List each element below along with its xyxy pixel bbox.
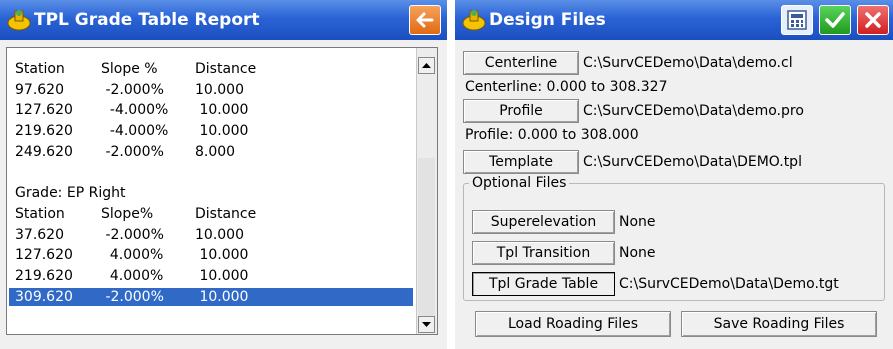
list-cell-c1: 127.620	[15, 247, 73, 264]
list-cell-c3: 10.000	[195, 247, 249, 264]
design-files-window: Design Files Centerline C:\SurvCEDemo\Da…	[455, 0, 893, 349]
list-cell-c1: 219.620	[15, 123, 73, 140]
list-item[interactable]: 127.620 4.000% 10.000	[9, 246, 413, 264]
list-item-selected[interactable]: 309.620 -2.000% 10.000	[9, 287, 413, 306]
list-cell-c2: Slope %	[101, 61, 158, 77]
list-item[interactable]: Grade: EP Right	[9, 184, 413, 202]
window-title: TPL Grade Table Report	[34, 10, 260, 30]
list-item[interactable]	[9, 164, 413, 182]
list-cell-c3: 10.000	[195, 288, 249, 305]
profile-path: C:\SurvCEDemo\Data\demo.pro	[583, 103, 804, 119]
list-cell-c2: Slope%	[101, 205, 154, 222]
list-item[interactable]: Station Slope % Distance	[9, 60, 413, 78]
list-item[interactable]: Station Slope% Distance	[9, 205, 413, 223]
profile-range: Profile: 0.000 to 308.000	[465, 127, 639, 143]
list-cell-c2: -4.000%	[101, 123, 169, 140]
list-item[interactable]: 127.620 -4.000% 10.000	[9, 101, 413, 119]
list-cell-c3: 10.000	[195, 268, 249, 284]
list-cell-c2: 4.000%	[101, 268, 164, 284]
list-cell-c1: 37.620	[15, 226, 64, 243]
title-bar: TPL Grade Table Report	[0, 0, 447, 40]
list-cell-c3: Distance	[195, 61, 257, 77]
list-cell-c3: 10.000	[195, 102, 249, 119]
list-cell-c1: 127.620	[15, 102, 73, 119]
list-cell-c3: 8.000	[195, 143, 236, 160]
list-cell-c2: -2.000%	[101, 143, 164, 160]
centerline-path: C:\SurvCEDemo\Data\demo.cl	[583, 55, 793, 71]
close-icon	[865, 12, 881, 28]
list-cell-c3: 10.000	[195, 226, 244, 243]
back-button[interactable]	[409, 5, 441, 35]
grade-table-report-window: TPL Grade Table Report Station Slope % Dis…	[0, 0, 447, 349]
list-cell-c2: -4.000%	[101, 102, 169, 119]
survce-logo-icon	[462, 10, 486, 31]
list-cell-c3: Distance	[195, 205, 257, 222]
list-cell-c2: -2.000%	[101, 226, 164, 243]
list-cell-c1: Grade: EP Right	[15, 185, 126, 202]
tpl-grade-table-path: C:\SurvCEDemo\Data\Demo.tgt	[619, 276, 839, 292]
list-cell-c1: Station	[15, 61, 65, 77]
list-item[interactable]: 97.620 -2.000% 10.000	[9, 81, 413, 99]
tpl-transition-button[interactable]: Tpl Transition	[472, 241, 615, 265]
superelevation-button[interactable]: Superelevation	[472, 210, 615, 234]
list-cell-c1: 219.620	[15, 268, 73, 284]
load-roading-files-button[interactable]: Load Roading Files	[475, 311, 671, 337]
calculator-button[interactable]	[781, 5, 813, 35]
list-cell-c2: 4.000%	[101, 247, 164, 264]
window-title: Design Files	[489, 10, 606, 30]
list-cell-c3: 10.000	[195, 81, 244, 98]
scroll-up-button[interactable]	[418, 57, 435, 74]
vertical-scrollbar[interactable]	[416, 48, 437, 334]
list-item[interactable]: 249.620 -2.000% 8.000	[9, 143, 413, 161]
back-arrow-icon	[416, 12, 434, 28]
tpl-grade-table-button[interactable]: Tpl Grade Table	[472, 272, 615, 296]
save-roading-files-button[interactable]: Save Roading Files	[681, 311, 877, 337]
list-cell-c1: 97.620	[15, 81, 64, 98]
template-path: C:\SurvCEDemo\Data\DEMO.tpl	[583, 154, 802, 170]
list-cell-c1: Station	[15, 205, 65, 222]
template-button[interactable]: Template	[463, 150, 579, 174]
list-item[interactable]: 37.620 -2.000% 10.000	[9, 226, 413, 244]
list-item[interactable]: 219.620 4.000% 10.000	[9, 267, 413, 285]
list-item[interactable]: 219.620 -4.000% 10.000	[9, 122, 413, 140]
centerline-range: Centerline: 0.000 to 308.327	[465, 79, 668, 95]
calculator-icon	[787, 10, 807, 30]
profile-button[interactable]: Profile	[463, 99, 579, 123]
report-listbox[interactable]: Station Slope % Distance 97.620 -2.000% 10.0…	[6, 47, 438, 335]
list-cell-c1: 249.620	[15, 143, 73, 160]
list-cell-c2: -2.000%	[101, 81, 164, 98]
title-bar: Design Files	[455, 0, 893, 40]
arrow-up-icon	[422, 63, 431, 68]
close-button[interactable]	[857, 5, 889, 35]
survce-logo-icon	[7, 10, 31, 31]
list-cell-c2: -2.000%	[101, 288, 164, 305]
ok-button[interactable]	[819, 5, 851, 35]
list-cell-c1: 309.620	[15, 288, 73, 305]
list-cell-c3: 10.000	[195, 123, 249, 140]
tpl-transition-value: None	[619, 245, 656, 261]
checkmark-icon	[825, 12, 845, 28]
optional-files-legend: Optional Files	[469, 175, 570, 191]
centerline-button[interactable]: Centerline	[463, 51, 579, 75]
scroll-thumb[interactable]	[418, 158, 435, 318]
arrow-down-icon	[422, 322, 431, 327]
scroll-down-button[interactable]	[418, 316, 435, 333]
superelevation-value: None	[619, 214, 656, 230]
